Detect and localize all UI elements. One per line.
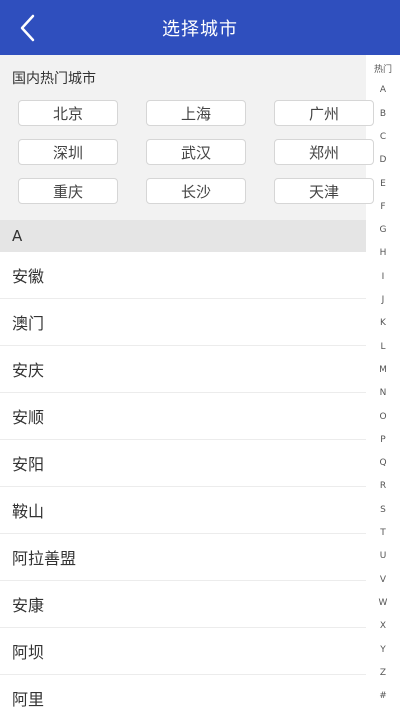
hot-city-button[interactable]: 郑州 xyxy=(274,139,374,165)
index-letter-u[interactable]: U xyxy=(366,551,400,561)
hot-city-button[interactable]: 天津 xyxy=(274,178,374,204)
page-title: 选择城市 xyxy=(162,18,238,40)
index-letter-t[interactable]: T xyxy=(366,528,400,538)
index-letter-h[interactable]: H xyxy=(366,248,400,258)
city-list-item[interactable]: 安阳 xyxy=(0,440,366,487)
index-letter-q[interactable]: Q xyxy=(366,458,400,468)
index-letter-v[interactable]: V xyxy=(366,575,400,585)
index-letter-hot[interactable]: 热门 xyxy=(366,62,400,75)
hot-city-button[interactable]: 武汉 xyxy=(146,139,246,165)
index-letter-l[interactable]: L xyxy=(366,342,400,352)
index-letter-k[interactable]: K xyxy=(366,318,400,328)
section-header-a: A xyxy=(0,220,366,252)
index-letter-b[interactable]: B xyxy=(366,109,400,119)
city-list-item[interactable]: 阿坝 xyxy=(0,628,366,675)
index-letter-j[interactable]: J xyxy=(366,295,400,305)
city-list-item[interactable]: 阿拉善盟 xyxy=(0,534,366,581)
hot-cities-title: 国内热门城市 xyxy=(12,71,96,87)
city-list-item[interactable]: 阿里 xyxy=(0,675,366,710)
index-letter-z[interactable]: Z xyxy=(366,668,400,678)
index-letter-w[interactable]: W xyxy=(366,598,400,608)
index-letter-g[interactable]: G xyxy=(366,225,400,235)
index-letter-r[interactable]: R xyxy=(366,481,400,491)
top-bar: 选择城市 xyxy=(0,0,400,55)
alphabet-index-bar[interactable]: 热门 A B C D E F G H I J K L M N O P Q R S T U V W X Y Z # xyxy=(366,62,400,710)
index-letter-o[interactable]: O xyxy=(366,412,400,422)
index-letter-m[interactable]: M xyxy=(366,365,400,375)
index-letter-c[interactable]: C xyxy=(366,132,400,142)
index-letter-i[interactable]: I xyxy=(366,272,400,282)
index-letter-x[interactable]: X xyxy=(366,621,400,631)
index-letter-s[interactable]: S xyxy=(366,505,400,515)
city-list: 安徽 澳门 安庆 安顺 安阳 鞍山 阿拉善盟 安康 阿坝 阿里 xyxy=(0,252,366,710)
hot-city-button[interactable]: 上海 xyxy=(146,100,246,126)
city-list-item[interactable]: 安顺 xyxy=(0,393,366,440)
hot-cities-section: 国内热门城市 北京 上海 广州 深圳 武汉 郑州 重庆 长沙 天津 xyxy=(0,55,374,220)
hot-city-button[interactable]: 北京 xyxy=(18,100,118,126)
hot-city-button[interactable]: 长沙 xyxy=(146,178,246,204)
city-list-item[interactable]: 安康 xyxy=(0,581,366,628)
index-letter-y[interactable]: Y xyxy=(366,645,400,655)
index-letter-f[interactable]: F xyxy=(366,202,400,212)
hot-city-button[interactable]: 重庆 xyxy=(18,178,118,204)
city-picker-screen: 选择城市 国内热门城市 北京 上海 广州 深圳 武汉 郑州 重庆 长沙 天津 A… xyxy=(0,0,400,710)
hot-city-button[interactable]: 广州 xyxy=(274,100,374,126)
index-letter-p[interactable]: P xyxy=(366,435,400,445)
city-list-item[interactable]: 澳门 xyxy=(0,299,366,346)
index-letter-a[interactable]: A xyxy=(366,85,400,95)
index-letter-n[interactable]: N xyxy=(366,388,400,398)
city-list-item[interactable]: 安庆 xyxy=(0,346,366,393)
city-list-item[interactable]: 安徽 xyxy=(0,252,366,299)
index-letter-hash[interactable]: # xyxy=(366,691,400,701)
hot-city-button[interactable]: 深圳 xyxy=(18,139,118,165)
index-letter-d[interactable]: D xyxy=(366,155,400,165)
index-letter-e[interactable]: E xyxy=(366,179,400,189)
city-list-item[interactable]: 鞍山 xyxy=(0,487,366,534)
